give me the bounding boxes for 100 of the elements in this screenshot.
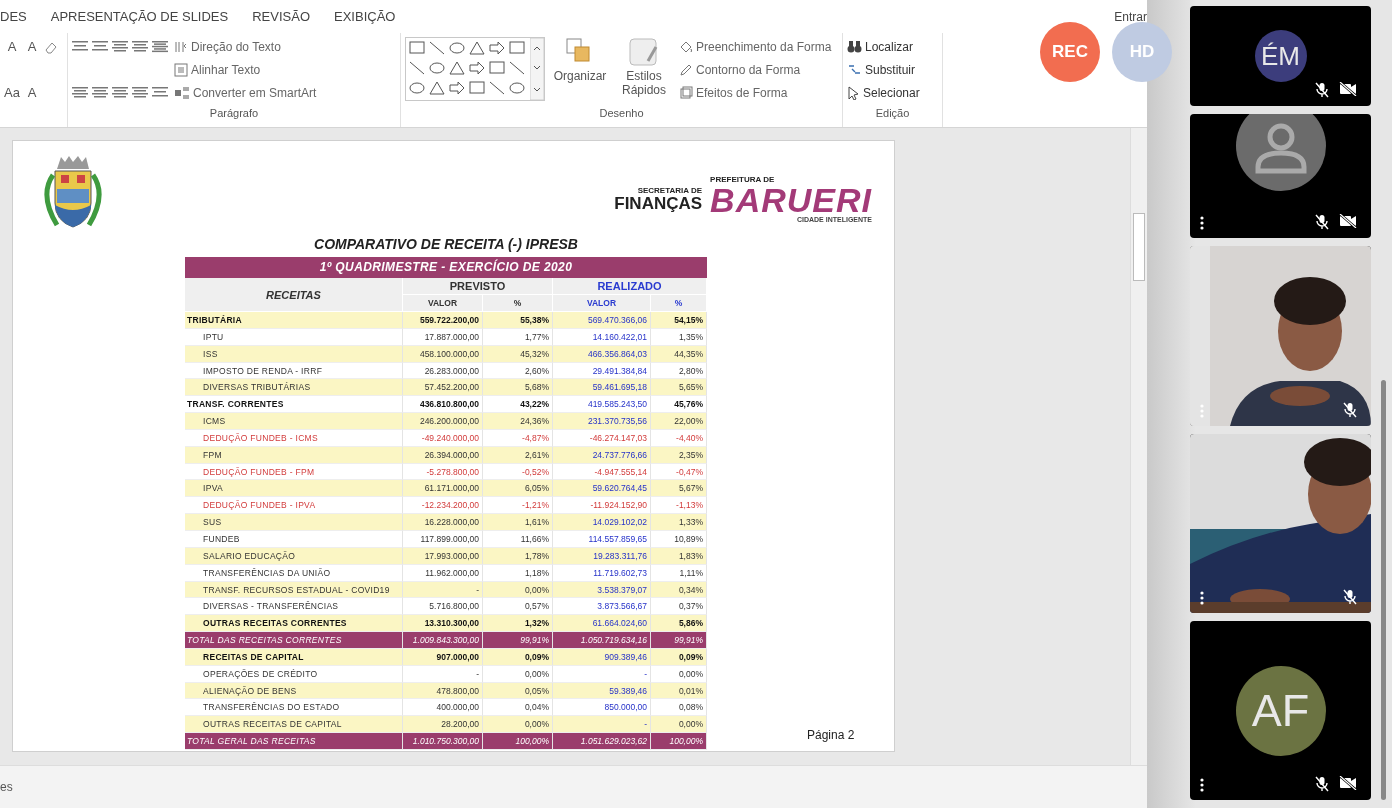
align-center-icon[interactable] [92, 85, 108, 100]
ribbon-tab[interactable]: REVISÃO [240, 9, 322, 24]
column-header: PREVISTO [403, 278, 553, 295]
more-options-icon[interactable] [1200, 591, 1204, 605]
table-cell: 13.310.300,00 [403, 615, 483, 633]
table-cell: 59.461.695,18 [553, 379, 651, 397]
ribbon-command[interactable]: Efeitos de Forma [679, 83, 832, 102]
ribbon-command[interactable]: Selecionar [847, 83, 920, 102]
table-cell: 99,91% [483, 632, 553, 649]
ribbon-command[interactable]: Preenchimento da Forma [679, 37, 832, 56]
status-text: es [0, 780, 13, 794]
numbering-icon[interactable] [92, 39, 108, 54]
table-cell: 61.664.024,60 [553, 615, 651, 633]
cursor-icon[interactable] [847, 85, 860, 100]
table-band: 1º QUADRIMESTRE - EXERCÍCIO DE 2020 [185, 257, 707, 278]
paint-bucket-icon[interactable] [679, 39, 693, 54]
quick-styles-button[interactable]: Estilos Rápidos [615, 37, 673, 107]
gallery-scroll-icon[interactable] [530, 38, 544, 100]
more-options-icon[interactable] [1200, 778, 1204, 792]
table-cell: SUS [185, 514, 403, 531]
mic-muted-icon[interactable] [1315, 82, 1329, 98]
city-logo: BARUERI [710, 184, 872, 216]
scrollbar[interactable] [1130, 128, 1147, 765]
table-cell: 569.470.366,06 [553, 312, 651, 329]
table-cell: TRIBUTÁRIA [185, 312, 403, 329]
avatar-icon [1235, 114, 1326, 191]
camera-off-icon[interactable] [1339, 214, 1357, 228]
table-cell: -11.924.152,90 [553, 497, 651, 515]
binoculars-icon[interactable] [847, 40, 862, 53]
ribbon-command[interactable]: Localizar [847, 37, 920, 56]
table-cell: TRANSFERÊNCIAS DO ESTADO [185, 699, 403, 717]
table-cell: 16.228.000,00 [403, 514, 483, 531]
table-cell: 99,91% [651, 632, 707, 649]
avatar: AF [1235, 665, 1326, 756]
column-header: % [483, 295, 553, 312]
align-left-icon[interactable] [72, 85, 88, 100]
table-cell: 0,04% [483, 699, 553, 717]
arrange-button[interactable]: Organizar [551, 37, 609, 107]
table-cell: TOTAL GERAL DAS RECEITAS [185, 733, 403, 750]
ribbon-command[interactable]: Substituir [847, 60, 920, 79]
table-cell: 1,32% [483, 615, 553, 633]
table-cell: 28.200,00 [403, 716, 483, 734]
bullets-icon[interactable] [72, 39, 88, 54]
table-cell: 22,00% [651, 413, 707, 430]
ribbon-command[interactable]: Contorno da Forma [679, 60, 832, 79]
align-right-icon[interactable] [112, 85, 128, 100]
change-case-button[interactable]: Aa [4, 85, 20, 100]
table-cell: IPVA [185, 480, 403, 498]
table-cell: ICMS [185, 413, 403, 430]
replace-icon[interactable] [847, 63, 862, 76]
table-cell: 61.171.000,00 [403, 480, 483, 498]
table-cell: 6,05% [483, 480, 553, 498]
line-spacing-icon[interactable] [152, 39, 168, 54]
ribbon-tab[interactable]: DES [0, 9, 39, 24]
font-color-button[interactable]: A [24, 85, 40, 100]
shapes-gallery[interactable] [405, 37, 545, 101]
table-cell: 0,57% [483, 598, 553, 616]
increase-indent-icon[interactable] [132, 39, 148, 54]
ribbon-tab[interactable]: APRESENTAÇÃO DE SLIDES [38, 9, 241, 24]
table-cell: 1.051.629.023,62 [553, 733, 651, 750]
effects-icon[interactable] [679, 85, 693, 100]
camera-off-icon[interactable] [1339, 776, 1357, 790]
scrollbar[interactable] [1381, 380, 1386, 800]
table-cell: -12.234.200,00 [403, 497, 483, 515]
decrease-indent-icon[interactable] [112, 39, 128, 54]
font-grow-button[interactable]: A [4, 39, 20, 54]
ribbon-tab[interactable]: EXIBIÇÃO [322, 9, 408, 24]
table-cell: -1,13% [651, 497, 707, 515]
sign-in-link[interactable]: Entrar [1114, 9, 1147, 24]
camera-off-icon[interactable] [1339, 82, 1357, 96]
table-cell: 246.200.000,00 [403, 413, 483, 430]
table-cell: 54,15% [651, 312, 707, 329]
group-label: Edição [875, 107, 910, 121]
table-cell: 59.620.764,45 [553, 480, 651, 498]
mic-muted-icon[interactable] [1315, 214, 1329, 230]
more-options-icon[interactable] [1200, 216, 1204, 230]
columns-icon[interactable] [152, 85, 168, 100]
column-header: REALIZADO [553, 278, 707, 295]
table-cell: DIVERSAS TRIBUTÁRIAS [185, 379, 403, 397]
avatar: ÉM [1254, 30, 1307, 82]
table-cell: 0,08% [651, 699, 707, 717]
smartart-icon[interactable] [174, 85, 190, 100]
table-cell: TOTAL DAS RECEITAS CORRENTES [185, 632, 403, 649]
mic-muted-icon[interactable] [1315, 776, 1329, 792]
table-cell: 559.722.200,00 [403, 312, 483, 329]
justify-icon[interactable] [132, 85, 148, 100]
department-name: FINANÇAS [614, 194, 703, 213]
font-shrink-button[interactable]: A [24, 39, 40, 54]
table-cell: 57.452.200,00 [403, 379, 483, 397]
ribbon-command[interactable]: Converter em SmartArt [174, 83, 317, 102]
ribbon-command[interactable]: Direção do Texto [174, 37, 317, 56]
table-cell: 0,00% [483, 716, 553, 734]
table-cell: 1.010.750.300,00 [403, 733, 483, 750]
table-cell: 5,86% [651, 615, 707, 633]
table-cell: DEDUÇÃO FUNDEB - IPVA [185, 497, 403, 515]
table-cell: 45,76% [651, 396, 707, 414]
ribbon-command[interactable]: Alinhar Texto [174, 60, 317, 79]
mic-muted-icon[interactable] [1343, 402, 1357, 418]
pencil-icon[interactable] [679, 62, 693, 77]
mic-muted-icon[interactable] [1343, 589, 1357, 605]
